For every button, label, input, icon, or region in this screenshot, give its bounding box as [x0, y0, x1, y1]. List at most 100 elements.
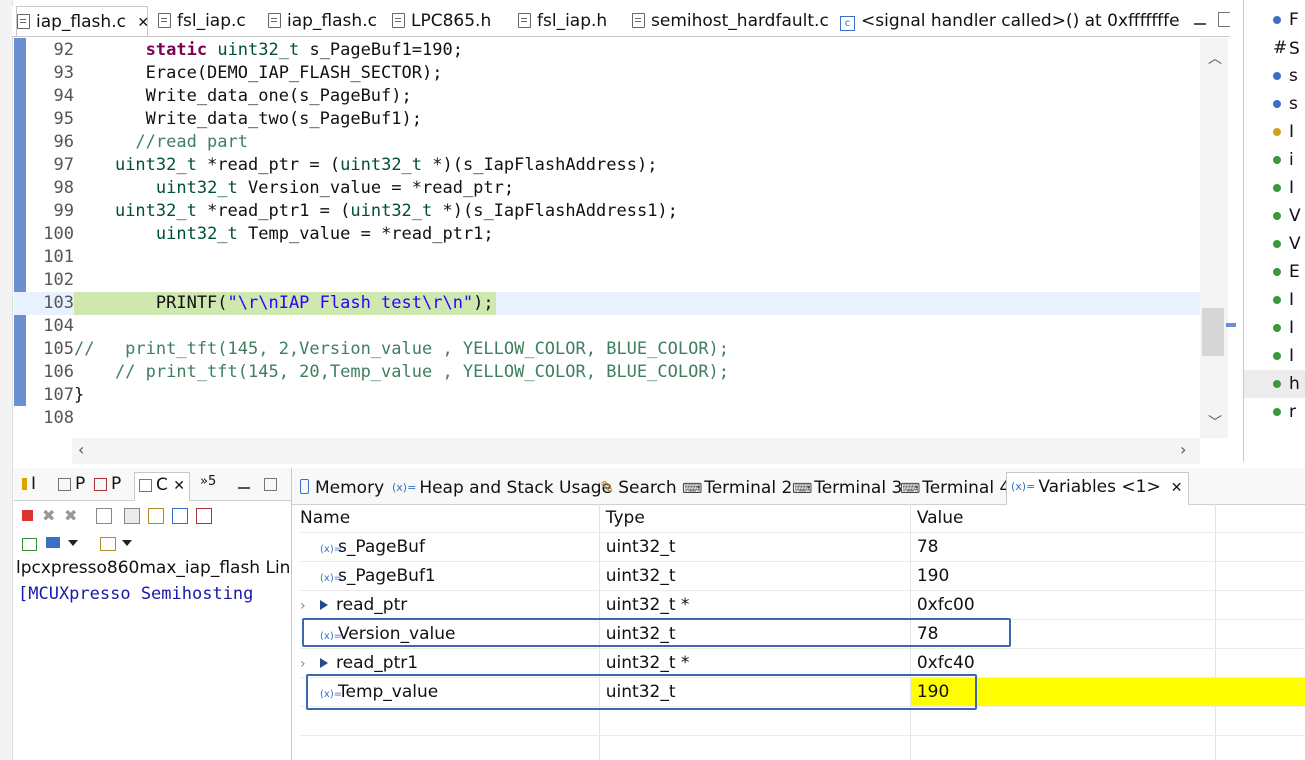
outline-item[interactable]: # S: [1244, 34, 1305, 62]
pin-console-icon[interactable]: [22, 538, 37, 551]
outline-item[interactable]: r: [1244, 398, 1305, 426]
code-line[interactable]: 94 Write_data_one(s_PageBuf);: [14, 85, 1200, 108]
table-row[interactable]: › read_ptr uint32_t * 0xfc00: [300, 590, 1305, 620]
tab-search[interactable]: ✎ Search: [600, 474, 677, 502]
clear-console-icon[interactable]: [96, 508, 112, 524]
code-line[interactable]: 102: [14, 269, 1200, 292]
tab-semihost-hardfault-c[interactable]: semihost_hardfault.c: [632, 6, 829, 36]
line-number: 104: [43, 316, 74, 336]
code-line[interactable]: 99 uint32_t *read_ptr1 = (uint32_t *)(s_…: [14, 200, 1200, 223]
outline-item[interactable]: I: [1244, 342, 1305, 370]
tab-fsl-iap-h[interactable]: fsl_iap.h: [518, 6, 607, 36]
show-console-stdout-icon[interactable]: [172, 508, 188, 524]
tab-heap-and-stack-usage[interactable]: (x)= Heap and Stack Usage: [392, 474, 612, 502]
code-editor[interactable]: 92 static uint32_t s_PageBuf1=190; 93 Era…: [14, 38, 1200, 438]
tab-iap-flash-c-active[interactable]: iap_flash.c ✕: [16, 6, 149, 36]
maximize-panel-icon[interactable]: [264, 474, 277, 494]
show-console-stderr-icon[interactable]: [196, 508, 212, 524]
tab-lpc865-h[interactable]: LPC865.h: [392, 6, 491, 36]
column-filler: [1215, 504, 1305, 533]
table-row[interactable]: (x)=s_PageBuf uint32_t 78: [300, 532, 1305, 562]
pointer-icon: [320, 658, 328, 668]
column-header-value[interactable]: Value: [910, 504, 1216, 533]
chevron-down-icon[interactable]: [122, 540, 132, 546]
terminate-icon[interactable]: [22, 510, 33, 521]
scroll-right-icon[interactable]: ›: [1180, 440, 1186, 459]
outline-symbol-icon: [1273, 408, 1281, 416]
code-line[interactable]: 97 uint32_t *read_ptr = (uint32_t *)(s_I…: [14, 154, 1200, 177]
display-console-icon[interactable]: [46, 537, 60, 548]
column-header-type[interactable]: Type: [599, 504, 911, 533]
chevron-down-icon[interactable]: [68, 540, 78, 546]
close-console-icon[interactable]: ✕: [173, 478, 185, 494]
tab-iap-flash-c-2[interactable]: iap_flash.c: [268, 6, 377, 36]
remove-all-icon[interactable]: ✖: [64, 506, 77, 525]
code-line[interactable]: 98 uint32_t Version_value = *read_ptr;: [14, 177, 1200, 200]
code-line[interactable]: 103 PRINTF("\r\nIAP Flash test\r\n");: [14, 292, 1200, 315]
outline-item[interactable]: I: [1244, 314, 1305, 342]
minimize-panel-icon[interactable]: [238, 474, 250, 494]
tab-terminal-3[interactable]: ⌨ Terminal 3: [792, 474, 902, 502]
code-line[interactable]: 107}: [14, 384, 1200, 407]
tab-console[interactable]: C ✕: [134, 472, 191, 501]
code-line[interactable]: 100 uint32_t Temp_value = *read_ptr1;: [14, 223, 1200, 246]
minimize-editor-icon[interactable]: [1194, 10, 1206, 30]
variable-value[interactable]: 78: [910, 532, 1216, 562]
scroll-down-icon[interactable]: ﹀: [1208, 412, 1222, 432]
table-row[interactable]: (x)=s_PageBuf1 uint32_t 190: [300, 561, 1305, 591]
close-tab-icon[interactable]: ✕: [137, 15, 149, 31]
tab-installed[interactable]: I: [22, 474, 36, 494]
outline-item[interactable]: E: [1244, 258, 1305, 286]
launch-config-name: lpcxpresso860max_iap_flash LinkSe: [16, 558, 292, 578]
variable-value[interactable]: 190: [910, 561, 1216, 591]
tab-fsl-iap-c[interactable]: fsl_iap.c: [158, 6, 246, 36]
outline-item[interactable]: I: [1244, 286, 1305, 314]
code-line[interactable]: 104: [14, 315, 1200, 338]
more-views-icon[interactable]: »5: [200, 474, 216, 489]
code-line[interactable]: 101: [14, 246, 1200, 269]
scroll-up-icon[interactable]: ︿: [1208, 48, 1222, 68]
outline-item[interactable]: I: [1244, 118, 1305, 146]
outline-item[interactable]: V: [1244, 230, 1305, 258]
outline-item-label: r: [1289, 402, 1296, 422]
tab-signal-handler[interactable]: c <signal handler called>() at 0xfffffffe: [840, 6, 1180, 36]
word-wrap-icon[interactable]: [148, 508, 164, 524]
expand-chevron-icon[interactable]: ›: [300, 656, 320, 672]
variable-value[interactable]: 0xfc00: [910, 590, 1216, 620]
maximize-editor-icon[interactable]: [1218, 10, 1230, 30]
code-line[interactable]: 96 //read part: [14, 131, 1200, 154]
scroll-lock-icon[interactable]: [124, 508, 140, 524]
code-line[interactable]: 92 static uint32_t s_PageBuf1=190;: [14, 39, 1200, 62]
column-header-name[interactable]: Name: [300, 504, 600, 533]
outline-item-label: I: [1289, 122, 1295, 142]
code-line[interactable]: 106 // print_tft(145, 20,Temp_value , YE…: [14, 361, 1200, 384]
expand-chevron-icon[interactable]: ›: [300, 598, 320, 614]
code-text: uint32_t *read_ptr1 = (uint32_t *)(s_Iap…: [114, 201, 678, 221]
line-number: 103: [43, 293, 74, 313]
close-tab-icon[interactable]: ✕: [1171, 480, 1183, 496]
editor-vertical-scrollbar[interactable]: ︿ ﹀: [1200, 38, 1228, 438]
outline-item[interactable]: h: [1244, 370, 1305, 398]
tab-memory[interactable]: Memory: [300, 474, 384, 502]
remove-launch-icon[interactable]: ✖: [42, 506, 55, 525]
outline-item[interactable]: F: [1244, 6, 1305, 34]
tab-terminal-4[interactable]: ⌨ Terminal 4: [900, 474, 1010, 502]
code-line[interactable]: 105// print_tft(145, 2,Version_value , Y…: [14, 338, 1200, 361]
outline-item[interactable]: I: [1244, 174, 1305, 202]
outline-item[interactable]: V: [1244, 202, 1305, 230]
scroll-left-icon[interactable]: ‹: [78, 440, 84, 459]
line-number: 108: [43, 408, 74, 428]
code-line[interactable]: 93 Erace(DEMO_IAP_FLASH_SECTOR);: [14, 62, 1200, 85]
editor-scroll-thumb[interactable]: [1202, 308, 1224, 356]
outline-item[interactable]: i: [1244, 146, 1305, 174]
tab-peripherals[interactable]: P: [58, 474, 85, 494]
code-line[interactable]: 95 Write_data_two(s_PageBuf1);: [14, 108, 1200, 131]
tab-problems[interactable]: P: [94, 474, 121, 494]
editor-horizontal-scrollbar[interactable]: ‹ ›: [72, 438, 1200, 464]
tab-terminal-2[interactable]: ⌨ Terminal 2: [682, 474, 792, 502]
code-line[interactable]: 108: [14, 407, 1200, 430]
outline-item[interactable]: s: [1244, 90, 1305, 118]
outline-item[interactable]: s: [1244, 62, 1305, 90]
tab-variables[interactable]: (x)= Variables <1> ✕: [1006, 472, 1190, 505]
open-console-icon[interactable]: [100, 537, 116, 551]
